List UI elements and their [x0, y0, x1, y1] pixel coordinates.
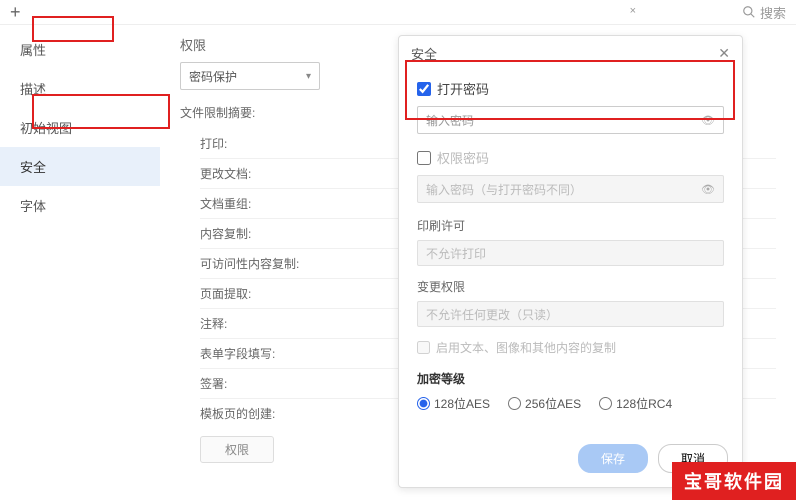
enable-copy-label: 启用文本、图像和其他内容的复制: [436, 339, 616, 356]
password-protect-dropdown[interactable]: 密码保护 ▾: [180, 62, 320, 90]
eye-icon[interactable]: 👁: [701, 114, 715, 127]
print-permission-label: 印刷许可: [417, 217, 724, 234]
radio-128aes[interactable]: 128位AES: [417, 395, 490, 412]
dialog-save-button[interactable]: 保存: [578, 444, 648, 473]
open-password-label: 打开密码: [437, 79, 489, 98]
password-placeholder: 输入密码: [426, 112, 474, 129]
watermark: 宝哥软件园: [672, 462, 796, 500]
dropdown-value: 密码保护: [189, 68, 237, 85]
eye-icon: 👁: [701, 183, 715, 196]
open-password-check[interactable]: [417, 82, 431, 96]
new-tab-button[interactable]: +: [10, 2, 21, 23]
search-box[interactable]: 搜索: [742, 3, 786, 22]
radio-256aes[interactable]: 256位AES: [508, 395, 581, 412]
enable-copy-check: [417, 341, 430, 354]
perm-password-placeholder: 输入密码（与打开密码不同）: [426, 181, 582, 198]
change-permission-select: 不允许任何更改（只读）: [417, 301, 724, 327]
change-permission-label: 变更权限: [417, 278, 724, 295]
sidebar-item-security[interactable]: 安全: [0, 147, 160, 186]
chevron-down-icon: ▾: [306, 71, 311, 82]
dialog-title: 安全: [411, 44, 437, 63]
enable-copy-checkbox: 启用文本、图像和其他内容的复制: [417, 339, 724, 356]
sidebar-item-fonts[interactable]: 字体: [0, 186, 160, 225]
open-password-input[interactable]: 输入密码 👁: [417, 106, 724, 134]
radio-128rc4[interactable]: 128位RC4: [599, 395, 672, 412]
permissions-button[interactable]: 权限: [200, 436, 274, 463]
sidebar-item-description[interactable]: 描述: [0, 69, 160, 108]
search-icon: [742, 5, 756, 19]
encryption-radio-group: 128位AES 256位AES 128位RC4: [417, 395, 724, 412]
search-placeholder: 搜索: [760, 3, 786, 22]
encryption-level-title: 加密等级: [417, 370, 724, 387]
perm-password-check[interactable]: [417, 151, 431, 165]
tab-close-icon[interactable]: ×: [630, 5, 636, 17]
perm-password-checkbox[interactable]: 权限密码: [417, 148, 724, 167]
sidebar-item-initial-view[interactable]: 初始视图: [0, 108, 160, 147]
sidebar: 属性 描述 初始视图 安全 字体: [0, 25, 160, 500]
close-icon[interactable]: ✕: [718, 45, 730, 62]
print-permission-select: 不允许打印: [417, 240, 724, 266]
perm-password-input: 输入密码（与打开密码不同） 👁: [417, 175, 724, 203]
security-dialog: 安全 ✕ 打开密码 输入密码 👁 权限密码 输入密码（与打开密码不同） 👁 印刷…: [398, 35, 743, 488]
sidebar-item-properties[interactable]: 属性: [0, 30, 160, 69]
perm-password-label: 权限密码: [437, 148, 489, 167]
open-password-checkbox[interactable]: 打开密码: [417, 79, 724, 98]
